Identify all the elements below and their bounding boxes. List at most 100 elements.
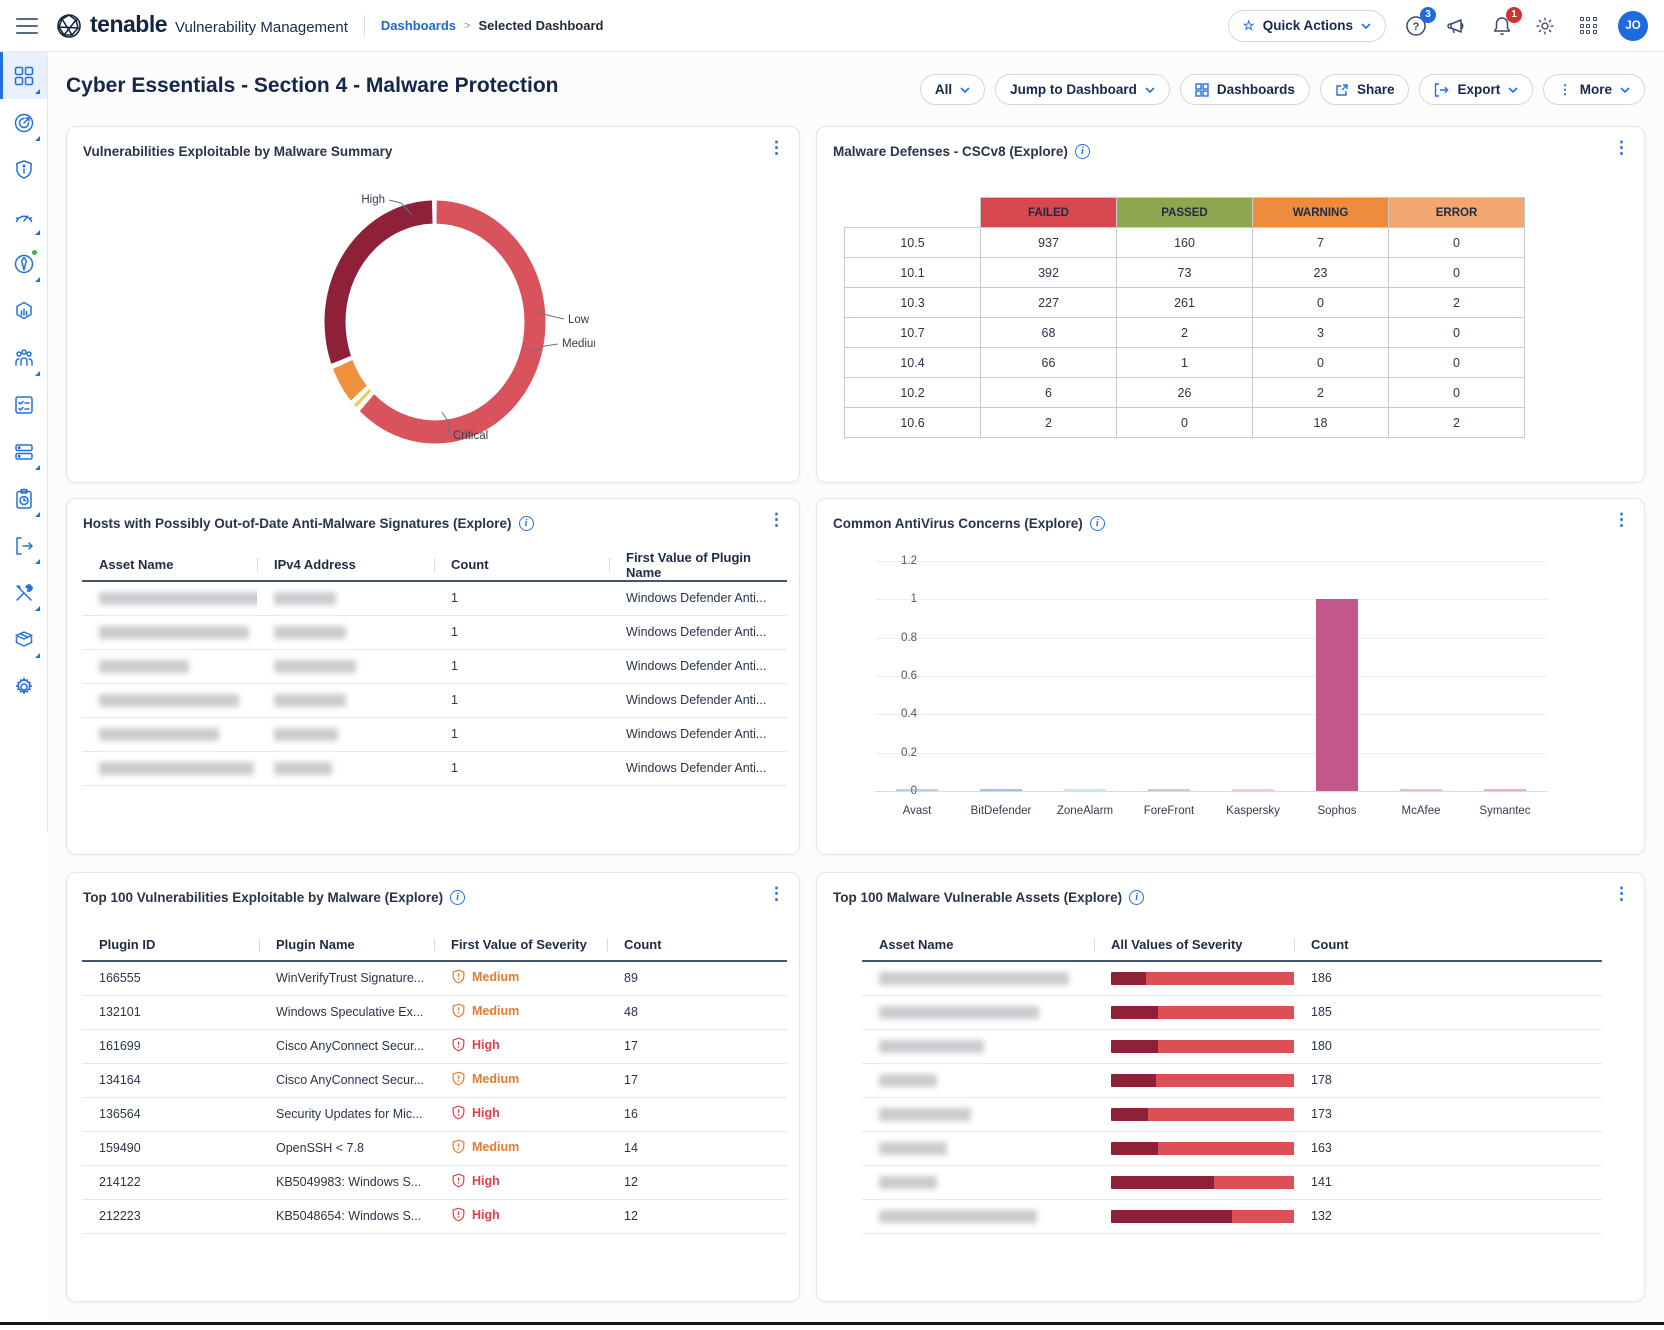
table-row[interactable]: 132101Windows Speculative Ex...Medium48 <box>82 995 787 1029</box>
help-button[interactable]: ? 3 <box>1403 13 1429 39</box>
announcements-button[interactable] <box>1446 13 1472 39</box>
sidebar-item-exposure-gauge[interactable] <box>0 193 47 240</box>
sidebar-item-dashboards[interactable] <box>0 52 47 99</box>
table-row[interactable]: 185 <box>862 995 1602 1029</box>
cell-ipv4 <box>257 751 434 785</box>
table-row[interactable]: 1Windows Defender Anti... <box>82 615 787 649</box>
widget-menu-kebab-icon[interactable]: ⋮ <box>1613 511 1630 528</box>
cell-count: 180 <box>1294 1029 1602 1063</box>
sidebar-item-tools[interactable] <box>0 569 47 616</box>
severity-stacked-bar[interactable] <box>1111 1210 1294 1223</box>
widget-menu-kebab-icon[interactable]: ⋮ <box>1613 885 1630 902</box>
cell-passed: 73 <box>1117 258 1253 288</box>
info-icon[interactable]: i <box>1075 144 1090 159</box>
severity-stacked-bar[interactable] <box>1111 1006 1294 1019</box>
table-row[interactable]: 10.768230 <box>845 318 1525 348</box>
jump-to-dashboard-button[interactable]: Jump to Dashboard <box>995 74 1170 105</box>
table-row[interactable]: 212223KB5048654: Windows S...High12 <box>82 1199 787 1233</box>
table-row[interactable]: 178 <box>862 1063 1602 1097</box>
table-row[interactable]: 10.322726102 <box>845 288 1525 318</box>
donut-chart[interactable]: HighLowMediumCritical <box>275 184 595 456</box>
sidebar-item-servers[interactable] <box>0 428 47 475</box>
table-row[interactable]: 136564Security Updates for Mic...High16 <box>82 1097 787 1131</box>
cell-asset-name <box>862 1097 1094 1131</box>
table-row[interactable]: 10.139273230 <box>845 258 1525 288</box>
sidebar-item-settings-gear[interactable] <box>0 663 47 710</box>
severity-stacked-bar[interactable] <box>1111 1040 1294 1053</box>
avatar[interactable]: JO <box>1618 11 1648 41</box>
table-row[interactable]: 1Windows Defender Anti... <box>82 751 787 785</box>
sidebar-item-reports[interactable] <box>0 475 47 522</box>
table-row[interactable]: 132 <box>862 1199 1602 1233</box>
table-row[interactable]: 1Windows Defender Anti... <box>82 581 787 615</box>
export-button[interactable]: Export <box>1419 74 1533 105</box>
table-row[interactable]: 180 <box>862 1029 1602 1063</box>
menu-hamburger-icon[interactable] <box>16 18 38 34</box>
sidebar-item-findings[interactable] <box>0 99 47 146</box>
sidebar-item-containers[interactable] <box>0 287 47 334</box>
filter-all-button[interactable]: All <box>920 74 985 105</box>
settings-button[interactable] <box>1532 13 1558 39</box>
widget-menu-kebab-icon[interactable]: ⋮ <box>1613 139 1630 156</box>
table-row[interactable]: 1Windows Defender Anti... <box>82 649 787 683</box>
widget-title: Common AntiVirus Concerns (Explore) <box>833 516 1083 531</box>
bar-segment-critical <box>1111 1006 1158 1019</box>
cell-count: 1 <box>434 581 609 615</box>
sidebar-item-users[interactable] <box>0 334 47 381</box>
table-row[interactable]: 161699Cisco AnyConnect Secur...High17 <box>82 1029 787 1063</box>
bar-zonealarm[interactable] <box>1064 789 1106 792</box>
table-row[interactable]: 1Windows Defender Anti... <box>82 683 787 717</box>
bar-avast[interactable] <box>896 789 938 792</box>
sidebar-item-checklist[interactable] <box>0 381 47 428</box>
dashboards-button[interactable]: Dashboards <box>1180 74 1310 105</box>
x-axis-label-symantec: Symantec <box>1463 805 1547 817</box>
sidebar-item-export[interactable] <box>0 522 47 569</box>
sidebar-item-explore-compass[interactable] <box>0 240 47 287</box>
severity-stacked-bar[interactable] <box>1111 1074 1294 1087</box>
table-row[interactable]: 159490OpenSSH < 7.8Medium14 <box>82 1131 787 1165</box>
share-button[interactable]: Share <box>1320 74 1410 105</box>
redacted-ip <box>274 694 346 707</box>
info-icon[interactable]: i <box>1129 890 1144 905</box>
severity-stacked-bar[interactable] <box>1111 1176 1294 1189</box>
severity-stacked-bar[interactable] <box>1111 1142 1294 1155</box>
table-row[interactable]: 10.620182 <box>845 408 1525 438</box>
widget-menu-kebab-icon[interactable]: ⋮ <box>768 139 785 156</box>
bar-forefront[interactable] <box>1148 789 1190 792</box>
severity-label: High <box>472 1174 500 1188</box>
table-row[interactable]: 214122KB5049983: Windows S...High12 <box>82 1165 787 1199</box>
widget-menu-kebab-icon[interactable]: ⋮ <box>768 885 785 902</box>
info-icon[interactable]: i <box>519 516 534 531</box>
table-row[interactable]: 163 <box>862 1131 1602 1165</box>
widget-menu-kebab-icon[interactable]: ⋮ <box>768 511 785 528</box>
bar-sophos[interactable] <box>1316 599 1358 791</box>
table-row[interactable]: 1Windows Defender Anti... <box>82 717 787 751</box>
bar-kaspersky[interactable] <box>1232 789 1274 792</box>
bar-bitdefender[interactable] <box>980 789 1022 792</box>
table-row[interactable]: 10.262620 <box>845 378 1525 408</box>
column-separator <box>609 558 610 572</box>
breadcrumb-dashboards-link[interactable]: Dashboards <box>381 18 456 33</box>
info-icon[interactable]: i <box>1090 516 1105 531</box>
table-row[interactable]: 166555WinVerifyTrust Signature...Medium8… <box>82 961 787 995</box>
apps-grid-button[interactable] <box>1575 13 1601 39</box>
more-button[interactable]: ⋮ More <box>1543 74 1645 105</box>
table-row[interactable]: 173 <box>862 1097 1602 1131</box>
table-row[interactable]: 10.466100 <box>845 348 1525 378</box>
info-icon[interactable]: i <box>450 890 465 905</box>
sidebar-item-resources[interactable] <box>0 616 47 663</box>
notifications-button[interactable]: 1 <box>1489 13 1515 39</box>
severity-stacked-bar[interactable] <box>1111 972 1294 985</box>
table-row[interactable]: 141 <box>862 1165 1602 1199</box>
severity-stacked-bar[interactable] <box>1111 1108 1294 1121</box>
sidebar-item-assets-shield[interactable] <box>0 146 47 193</box>
cell-count: 163 <box>1294 1131 1602 1165</box>
column-header: First Value of Plugin Name <box>609 549 787 581</box>
bar-mcafee[interactable] <box>1400 789 1442 792</box>
quick-actions-button[interactable]: ☆ Quick Actions <box>1228 10 1386 42</box>
cell-severity: High <box>434 1165 607 1199</box>
bar-symantec[interactable] <box>1484 789 1526 792</box>
table-row[interactable]: 134164Cisco AnyConnect Secur...Medium17 <box>82 1063 787 1097</box>
table-row[interactable]: 186 <box>862 961 1602 995</box>
table-row[interactable]: 10.593716070 <box>845 228 1525 258</box>
